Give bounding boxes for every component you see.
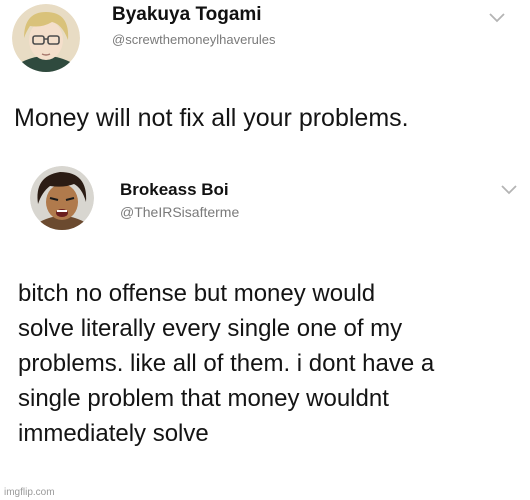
chevron-down-icon[interactable] (500, 184, 518, 196)
tweet-text-line: bitch no offense but money would (18, 280, 376, 307)
tweet-text-line: immediately solve (18, 420, 209, 447)
user-handle[interactable]: @TheIRSisafterme (120, 204, 239, 220)
tweet-text-line: single problem that money wouldnt (18, 385, 389, 412)
imgflip-watermark: imgflip.com (4, 487, 55, 498)
tweet-1: Byakuya Togami @screwthemoneylhaverules … (0, 0, 530, 160)
tweet-text: Money will not fix all your problems. (14, 102, 409, 134)
avatar-image (30, 166, 94, 230)
tweet-text-line: Money will not fix all your problems. (14, 104, 409, 132)
tweet-2: Brokeass Boi @TheIRSisafterme bitch no o… (0, 160, 530, 500)
avatar-image (12, 4, 80, 72)
display-name[interactable]: Byakuya Togami (112, 4, 262, 26)
tweet-text: bitch no offense but money would solve l… (18, 276, 518, 451)
tweet-text-line: solve literally every single one of my (18, 315, 403, 342)
avatar[interactable] (30, 166, 94, 230)
chevron-down-icon[interactable] (488, 12, 506, 24)
tweet-text-line: problems. like all of them. i dont have … (18, 350, 435, 377)
user-handle[interactable]: @screwthemoneylhaverules (112, 32, 276, 47)
display-name[interactable]: Brokeass Boi (120, 180, 229, 200)
avatar[interactable] (12, 4, 80, 72)
